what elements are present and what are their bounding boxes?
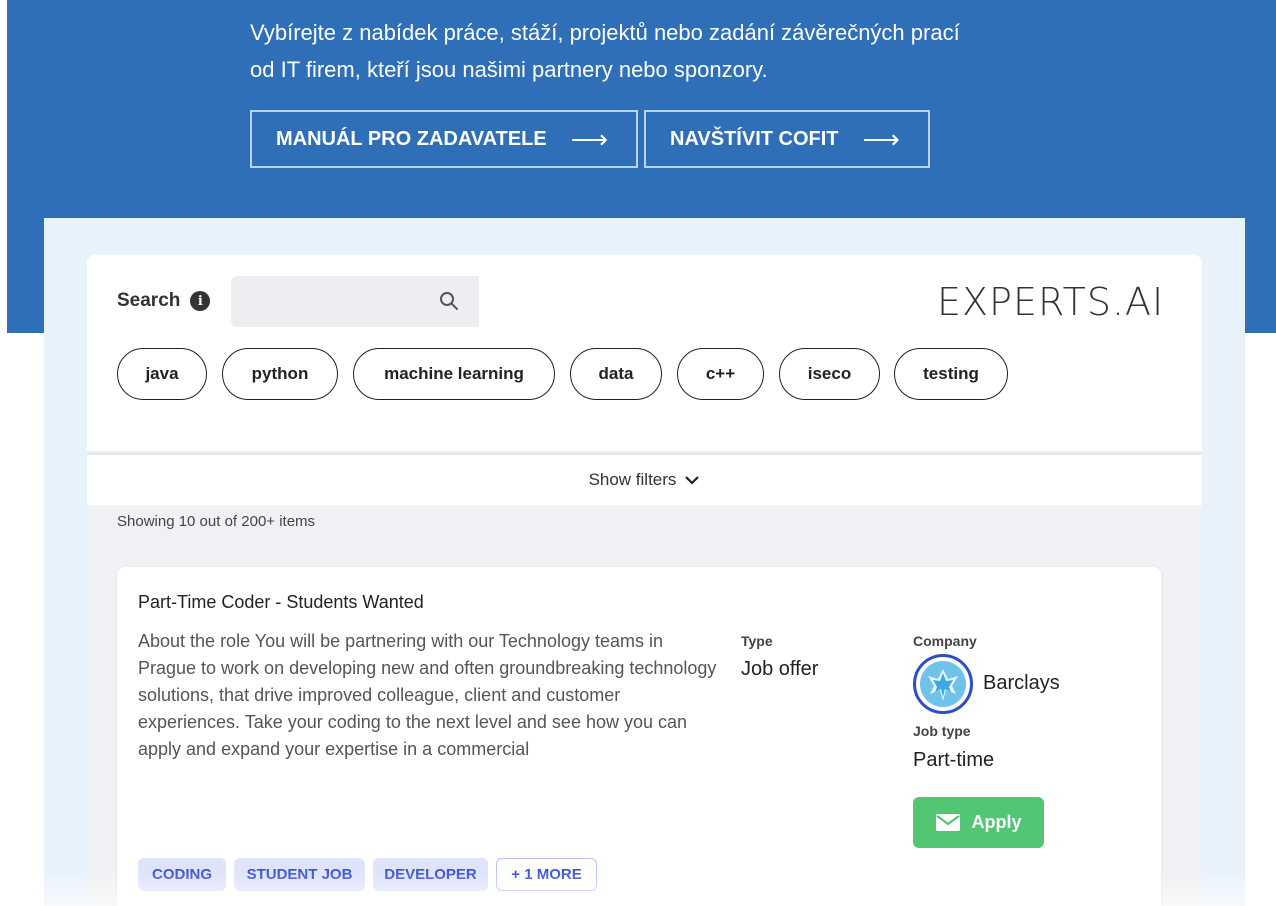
hero-text: Vybírejte z nabídek práce, stáží, projek… bbox=[250, 14, 960, 88]
show-filters-toggle[interactable]: Show filters bbox=[87, 453, 1202, 505]
manual-button[interactable]: MANUÁL PRO ZADAVATELE ⟶ bbox=[250, 110, 638, 168]
info-icon[interactable]: i bbox=[190, 291, 211, 311]
job-title[interactable]: Part-Time Coder - Students Wanted bbox=[138, 592, 424, 613]
tag-student-job: STUDENT JOB bbox=[234, 858, 365, 891]
tag-developer: DEVELOPER bbox=[373, 858, 488, 891]
hero-line-1: Vybírejte z nabídek práce, stáží, projek… bbox=[250, 20, 960, 45]
chip-cpp[interactable]: c++ bbox=[677, 348, 764, 400]
show-filters-label: Show filters bbox=[588, 470, 677, 489]
chip-data[interactable]: data bbox=[570, 348, 662, 400]
arrow-right-icon: ⟶ bbox=[862, 123, 900, 154]
visit-cofit-button-label: NAVŠTÍVIT COFIT bbox=[670, 127, 839, 150]
manual-button-label: MANUÁL PRO ZADAVATELE bbox=[276, 127, 547, 150]
results-count: Showing 10 out of 200+ items bbox=[117, 513, 316, 530]
search-label-text: Search bbox=[117, 290, 181, 311]
apply-button-label: Apply bbox=[971, 812, 1022, 832]
chip-python[interactable]: python bbox=[222, 348, 338, 400]
apply-button[interactable]: Apply bbox=[913, 797, 1044, 848]
chip-testing[interactable]: testing bbox=[894, 348, 1008, 400]
chip-java[interactable]: java bbox=[117, 348, 207, 400]
search-box[interactable] bbox=[231, 276, 479, 327]
more-tags-button[interactable]: + 1 MORE bbox=[496, 858, 597, 891]
hero-line-2: od IT firem, kteří jsou našimi partnery … bbox=[250, 57, 768, 82]
envelope-icon bbox=[936, 814, 961, 831]
job-type-label: Job type bbox=[913, 723, 971, 739]
chevron-down-icon bbox=[685, 476, 700, 485]
type-value: Job offer bbox=[741, 658, 819, 680]
barclays-eagle-icon bbox=[913, 654, 973, 714]
type-label: Type bbox=[741, 633, 773, 649]
company-name: Barclays bbox=[983, 672, 1060, 694]
chip-iseco[interactable]: iseco bbox=[779, 348, 880, 400]
job-description: About the role You will be partnering wi… bbox=[138, 631, 717, 759]
visit-cofit-button[interactable]: NAVŠTÍVIT COFIT ⟶ bbox=[644, 110, 930, 168]
chip-machine-learning[interactable]: machine learning bbox=[353, 348, 555, 400]
experts-ai-logo: EXPERTS.AI bbox=[937, 280, 1165, 324]
company-label: Company bbox=[913, 633, 977, 649]
search-icon[interactable] bbox=[439, 291, 459, 311]
arrow-right-icon: ⟶ bbox=[570, 123, 609, 154]
tag-coding: CODING bbox=[138, 858, 226, 891]
job-type-value: Part-time bbox=[913, 749, 995, 771]
search-label: Search i bbox=[117, 290, 211, 312]
